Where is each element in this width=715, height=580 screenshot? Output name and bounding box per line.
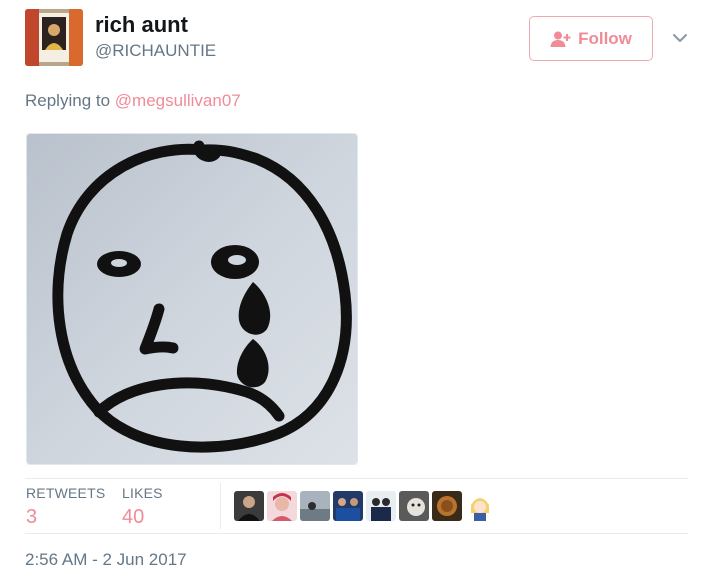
liker-avatar[interactable] (432, 491, 462, 521)
add-person-icon (550, 31, 571, 47)
tweet-media-image[interactable] (26, 133, 358, 465)
liker-avatar-3-icon (300, 491, 330, 521)
liker-avatar[interactable] (300, 491, 330, 521)
liker-avatar[interactable] (366, 491, 396, 521)
liker-avatar-4-icon (333, 491, 363, 521)
liker-avatar-8-icon (465, 491, 495, 521)
liker-avatar[interactable] (267, 491, 297, 521)
replying-to-line: Replying to @megsullivan07 (25, 91, 241, 111)
liker-avatar-1-icon (234, 491, 264, 521)
mention-link[interactable]: @megsullivan07 (115, 91, 241, 110)
author-display-name[interactable]: rich aunt (95, 12, 188, 38)
follow-button[interactable]: Follow (529, 16, 653, 61)
follow-button-label: Follow (578, 28, 632, 48)
tweet-timestamp[interactable]: 2:56 AM - 2 Jun 2017 (25, 550, 187, 570)
stats-separator (220, 483, 221, 529)
liker-avatar-2-icon (267, 491, 297, 521)
stats-top-divider (25, 478, 688, 479)
liker-avatar[interactable] (234, 491, 264, 521)
retweets-stat[interactable]: RETWEETS 3 (26, 485, 105, 529)
author-handle[interactable]: @RICHAUNTIE (95, 41, 216, 61)
liker-avatar[interactable] (465, 491, 495, 521)
retweets-count: 3 (26, 506, 38, 528)
tweet: rich aunt @RICHAUNTIE Follow Replying to… (0, 0, 715, 580)
likes-stat[interactable]: LIKES 40 (122, 485, 163, 529)
author-avatar[interactable] (25, 9, 83, 66)
liker-avatar-7-icon (432, 491, 462, 521)
chevron-down-icon (673, 34, 687, 42)
retweets-label: RETWEETS (26, 485, 106, 501)
liker-avatar-6-icon (399, 491, 429, 521)
more-options-button[interactable] (670, 28, 690, 48)
stats-bottom-divider (25, 533, 688, 534)
liker-avatar[interactable] (399, 491, 429, 521)
likes-label: LIKES (122, 485, 163, 501)
replying-to-label: Replying to (25, 91, 111, 110)
likes-count: 40 (122, 506, 145, 528)
likers-avatar-row (234, 491, 495, 521)
avatar-photo-icon (25, 9, 83, 66)
liker-avatar-5-icon (366, 491, 396, 521)
liker-avatar[interactable] (333, 491, 363, 521)
sad-face-drawing-icon (27, 134, 357, 464)
